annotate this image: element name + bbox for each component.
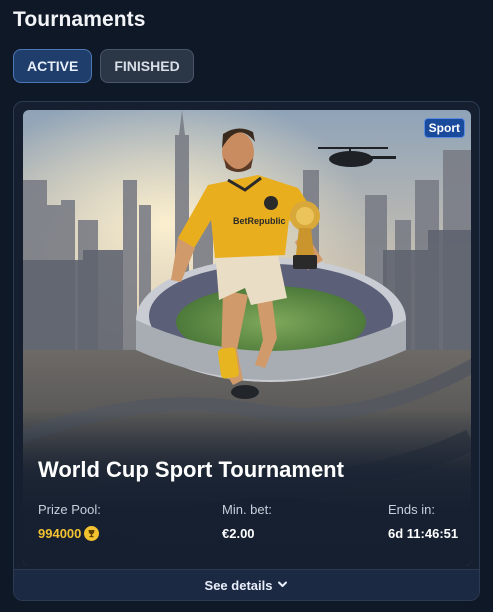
ends-in-block: Ends in: 6d 11:46:51 (388, 502, 458, 541)
svg-text:BetRepublic: BetRepublic (233, 216, 286, 226)
tournament-card[interactable]: BetRepublic Sport World Cup Sport Tourna… (13, 101, 480, 601)
tournament-tabs: ACTIVE FINISHED (13, 49, 194, 83)
prize-pool-label: Prize Pool: (38, 502, 101, 517)
see-details-label: See details (204, 577, 273, 593)
min-bet-block: Min. bet: €2.00 (222, 502, 272, 541)
tournaments-page: Tournaments ACTIVE FINISHED BetRepublic … (0, 0, 493, 612)
min-bet-label: Min. bet: (222, 502, 272, 517)
prize-pool-value-row: 994000 (38, 526, 101, 541)
category-badge: Sport (423, 118, 465, 138)
banner-fade (23, 410, 471, 566)
chevron-down-icon (277, 578, 288, 593)
prize-pool-block: Prize Pool: 994000 (38, 502, 101, 541)
tab-finished[interactable]: FINISHED (100, 49, 194, 83)
min-bet-value: €2.00 (222, 526, 255, 541)
see-details-button[interactable]: See details (14, 569, 479, 600)
tournament-name: World Cup Sport Tournament (38, 457, 344, 482)
ends-in-value: 6d 11:46:51 (388, 526, 459, 541)
tournament-banner-image: BetRepublic Sport (23, 110, 471, 566)
ends-in-label: Ends in: (388, 502, 435, 517)
trophy-coin-icon (84, 526, 100, 541)
tab-active[interactable]: ACTIVE (13, 49, 93, 83)
page-title: Tournaments (13, 8, 146, 31)
prize-pool-value: 994000 (38, 526, 82, 541)
